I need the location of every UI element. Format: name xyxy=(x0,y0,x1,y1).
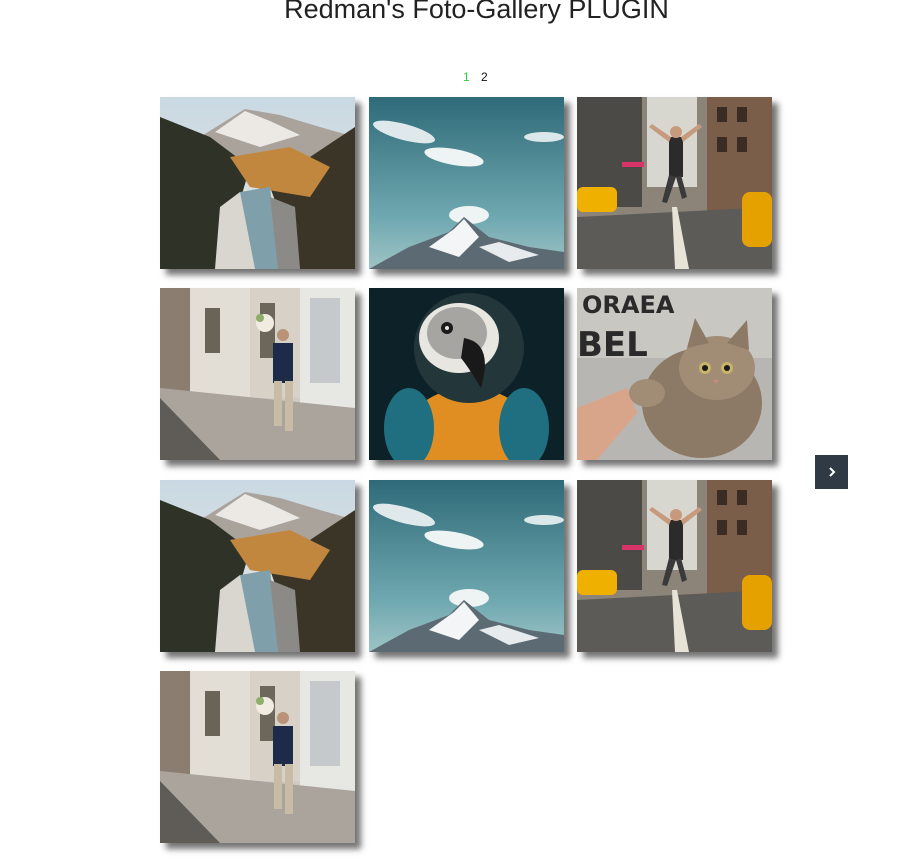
dancer-street-image xyxy=(577,480,772,652)
photo-thumbnail-kitten[interactable]: ORAEA BEL xyxy=(577,288,772,460)
photo-thumbnail-man-flowers[interactable] xyxy=(160,288,355,460)
page-link-1[interactable]: 1 xyxy=(463,70,470,84)
photo-thumbnail-man-flowers-2[interactable] xyxy=(160,671,355,843)
man-flowers-image xyxy=(160,671,355,843)
shirt-print-bottom: BEL xyxy=(577,325,648,365)
photo-thumbnail-mountain-river[interactable] xyxy=(160,97,355,269)
snowy-peak-image xyxy=(369,97,564,269)
man-flowers-image xyxy=(160,288,355,460)
next-button[interactable] xyxy=(815,455,848,489)
kitten-image: ORAEA BEL xyxy=(577,288,772,460)
mountain-river-image xyxy=(160,480,355,652)
page-title: Redman's Foto-Gallery PLUGIN xyxy=(284,0,669,24)
shirt-print-top: ORAEA xyxy=(582,291,675,319)
snowy-peak-image xyxy=(369,480,564,652)
photo-thumbnail-macaw[interactable] xyxy=(369,288,564,460)
mountain-river-image xyxy=(160,97,355,269)
photo-thumbnail-snowy-peak-2[interactable] xyxy=(369,480,564,652)
photo-thumbnail-dancer-street-2[interactable] xyxy=(577,480,772,652)
macaw-image xyxy=(369,288,564,460)
dancer-street-image xyxy=(577,97,772,269)
pagination: 1 2 xyxy=(463,70,496,84)
page-link-2[interactable]: 2 xyxy=(481,70,488,84)
photo-thumbnail-dancer-street[interactable] xyxy=(577,97,772,269)
chevron-right-icon xyxy=(828,467,835,477)
photo-thumbnail-snowy-peak[interactable] xyxy=(369,97,564,269)
photo-thumbnail-mountain-river-2[interactable] xyxy=(160,480,355,652)
photo-grid: ORAEA BEL xyxy=(160,97,800,857)
